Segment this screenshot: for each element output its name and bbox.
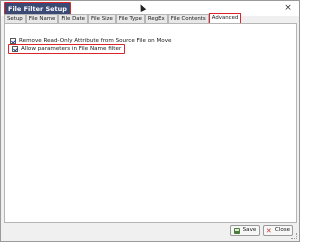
tab-bar: Setup File Name File Date File Size File… — [4, 13, 242, 23]
allow-params-checkbox[interactable] — [12, 46, 18, 52]
tab-advanced[interactable]: Advanced — [208, 13, 242, 23]
save-button[interactable]: Save — [230, 225, 260, 236]
allow-params-label: Allow parameters in File Name filter — [21, 46, 122, 52]
tab-setup[interactable]: Setup — [4, 14, 26, 23]
save-button-label: Save — [242, 227, 257, 233]
tab-file-contents[interactable]: File Contents — [167, 14, 209, 23]
remove-readonly-label: Remove Read-Only Attribute from Source F… — [19, 37, 172, 44]
advanced-panel: Remove Read-Only Attribute from Source F… — [4, 23, 297, 223]
close-button-label: Close — [274, 227, 291, 233]
save-icon — [233, 227, 240, 234]
file-filter-setup-dialog: File Filter Setup × Setup File Name File… — [0, 0, 300, 242]
tab-file-size[interactable]: File Size — [87, 14, 116, 23]
allow-params-option[interactable]: Allow parameters in File Name filter — [8, 44, 126, 54]
tab-regex[interactable]: RegEx — [144, 14, 168, 23]
close-icon — [266, 226, 272, 237]
tab-file-name[interactable]: File Name — [25, 14, 59, 23]
tab-file-date[interactable]: File Date — [58, 14, 88, 23]
resize-grip-icon[interactable] — [291, 233, 297, 239]
close-button[interactable]: Close — [263, 225, 293, 237]
close-window-icon[interactable]: × — [283, 3, 293, 13]
tab-file-type[interactable]: File Type — [115, 14, 145, 23]
remove-readonly-checkbox[interactable] — [10, 37, 16, 44]
